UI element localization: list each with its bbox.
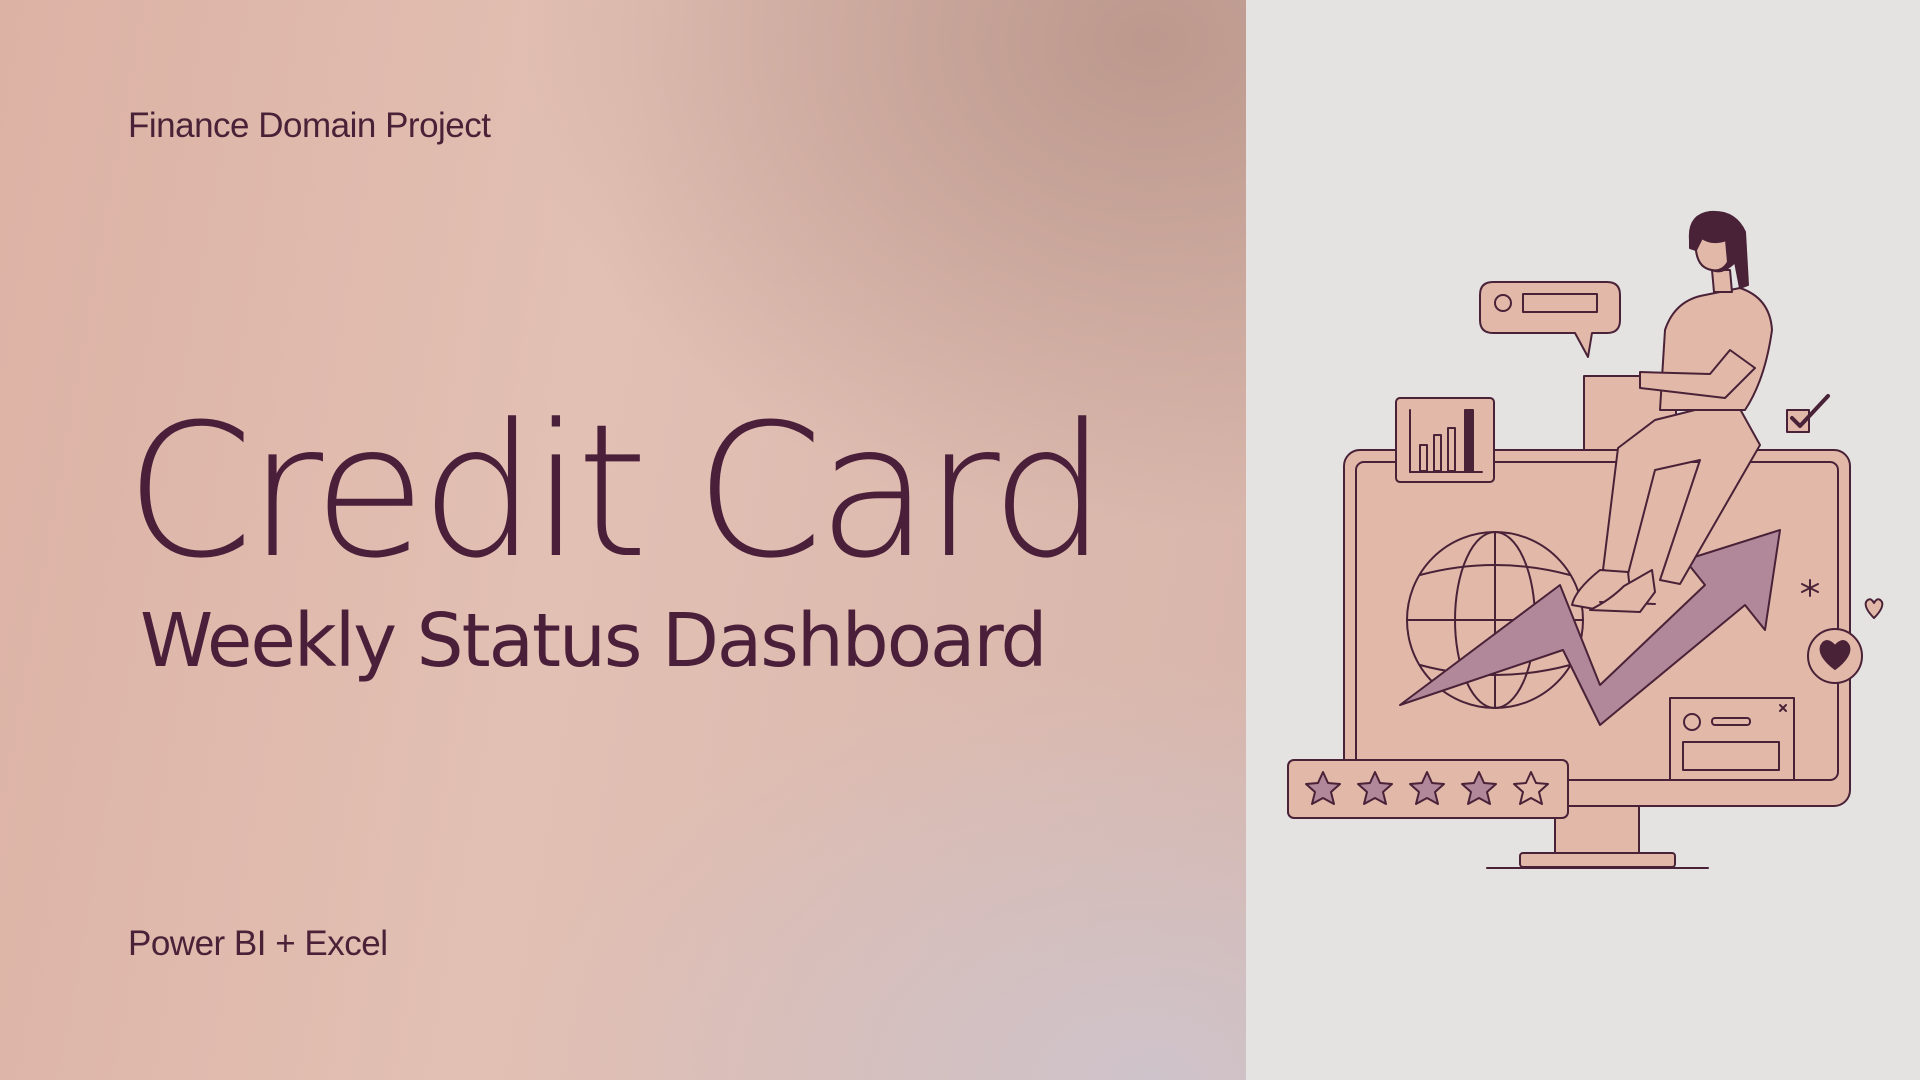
dashboard-illustration — [1287, 210, 1884, 869]
project-eyebrow: Finance Domain Project — [128, 106, 491, 145]
small-heart-icon — [1864, 598, 1884, 619]
speech-bubble-icon — [1479, 281, 1621, 358]
rating-card — [1287, 759, 1569, 819]
tools-note: Power BI + Excel — [128, 924, 388, 963]
slide-title: Credit Card — [125, 385, 1107, 599]
heart-icon — [1807, 628, 1863, 684]
slide-subtitle: Weekly Status Dashboard — [140, 598, 1047, 684]
title-slide: Finance Domain Project Credit Card Weekl… — [0, 0, 1920, 1080]
window-card-icon — [1669, 697, 1795, 781]
checkbox-icon — [1786, 394, 1830, 433]
left-gradient-panel: Finance Domain Project Credit Card Weekl… — [0, 0, 1246, 1080]
bar-chart-icon — [1395, 397, 1495, 483]
